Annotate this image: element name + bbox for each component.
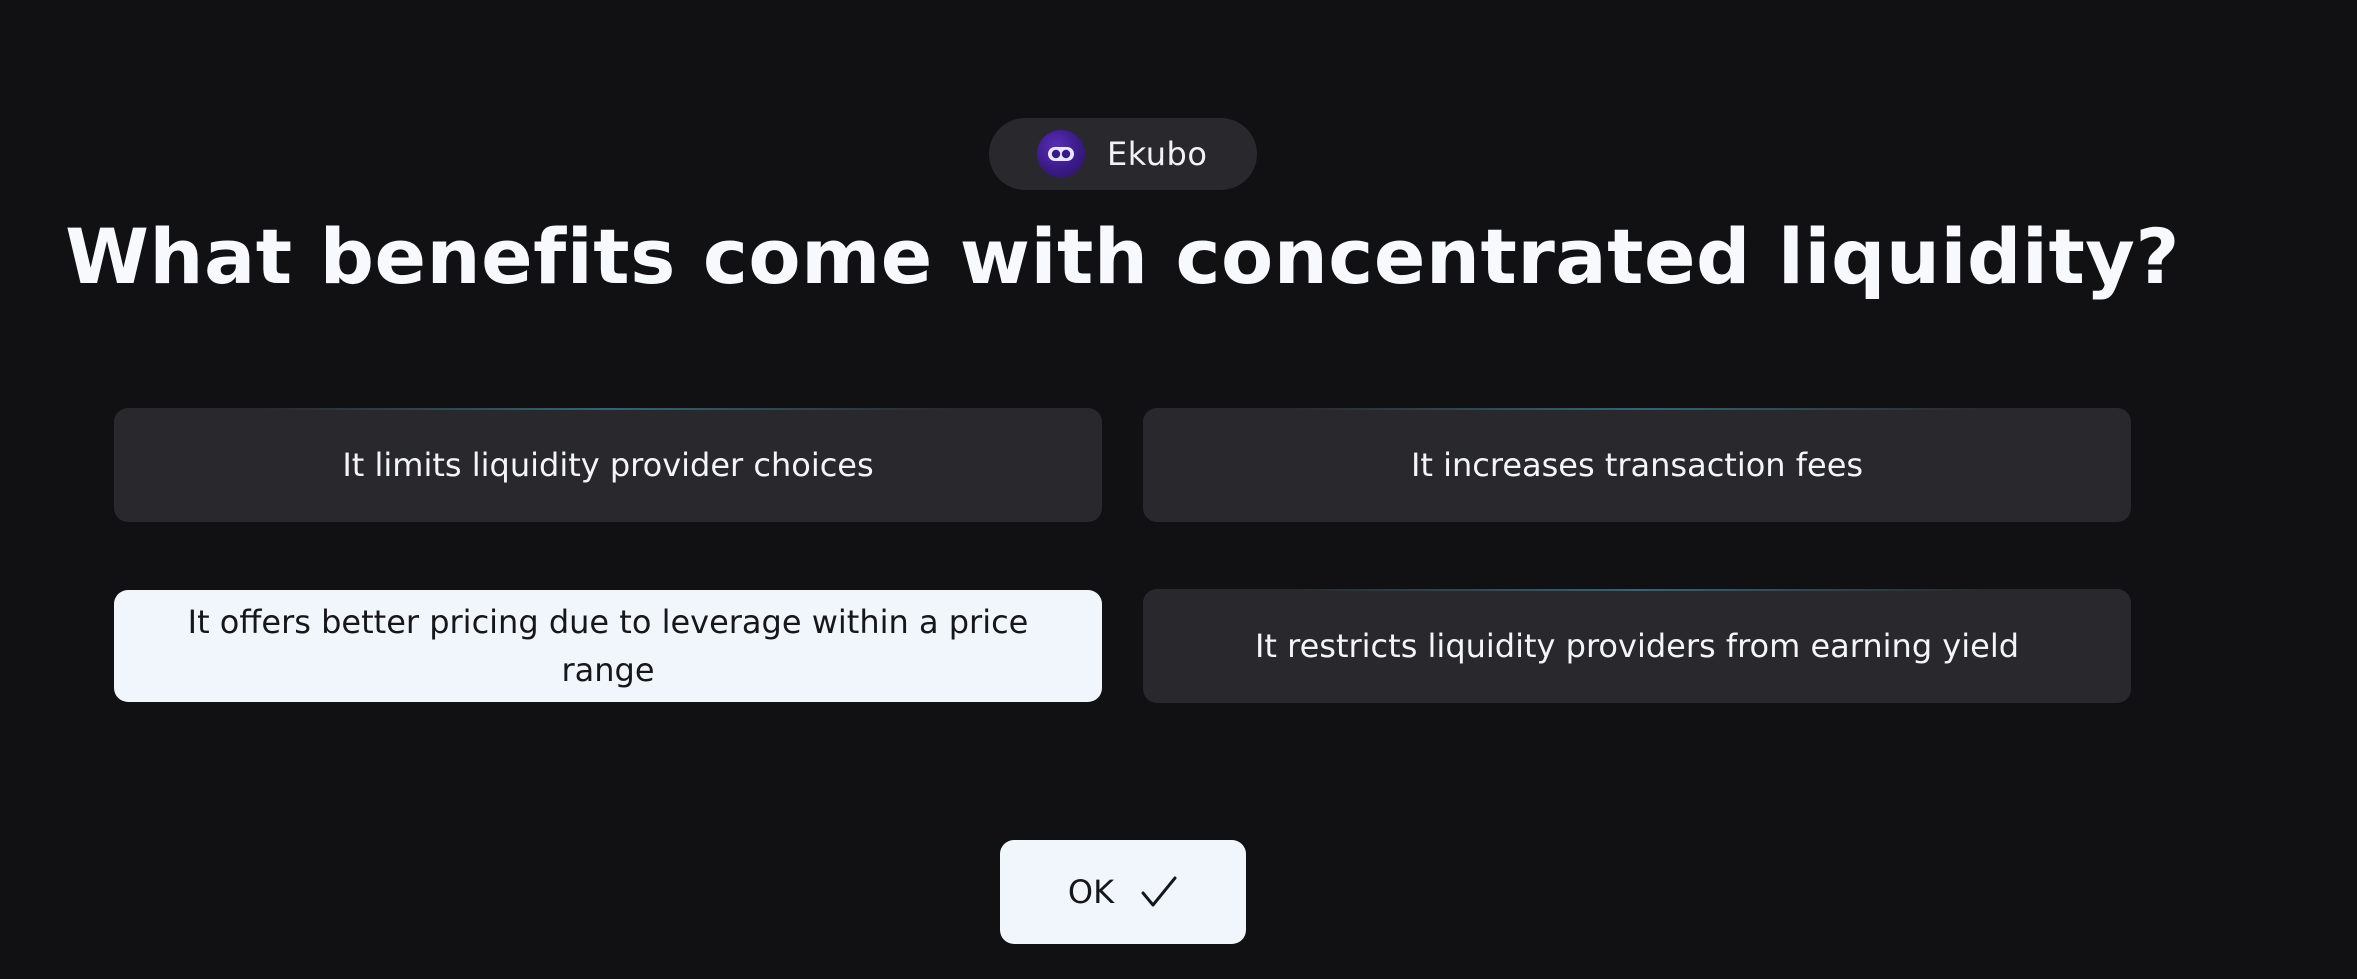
answer-option-label: It limits liquidity provider choices — [342, 446, 874, 484]
ekubo-logo-icon — [1037, 130, 1085, 178]
ok-button[interactable]: OK — [1000, 840, 1246, 944]
brand-name: Ekubo — [1107, 135, 1208, 173]
question-title: What benefits come with concentrated liq… — [65, 212, 2180, 301]
checkmark-icon — [1140, 875, 1178, 909]
answer-option-2[interactable]: It increases transaction fees — [1143, 408, 2131, 522]
answer-option-4[interactable]: It restricts liquidity providers from ea… — [1143, 589, 2131, 703]
answer-option-1[interactable]: It limits liquidity provider choices — [114, 408, 1102, 522]
ok-button-label: OK — [1067, 873, 1115, 911]
answer-option-label: It restricts liquidity providers from ea… — [1254, 627, 2020, 665]
answer-option-label: It increases transaction fees — [1410, 446, 1864, 484]
quiz-screen: Ekubo What benefits come with concentrat… — [0, 0, 2357, 979]
answer-option-3-selected[interactable]: It offers better pricing due to leverage… — [114, 590, 1102, 702]
answer-option-label: It offers better pricing due to leverage… — [187, 603, 1029, 689]
brand-badge: Ekubo — [989, 118, 1257, 190]
